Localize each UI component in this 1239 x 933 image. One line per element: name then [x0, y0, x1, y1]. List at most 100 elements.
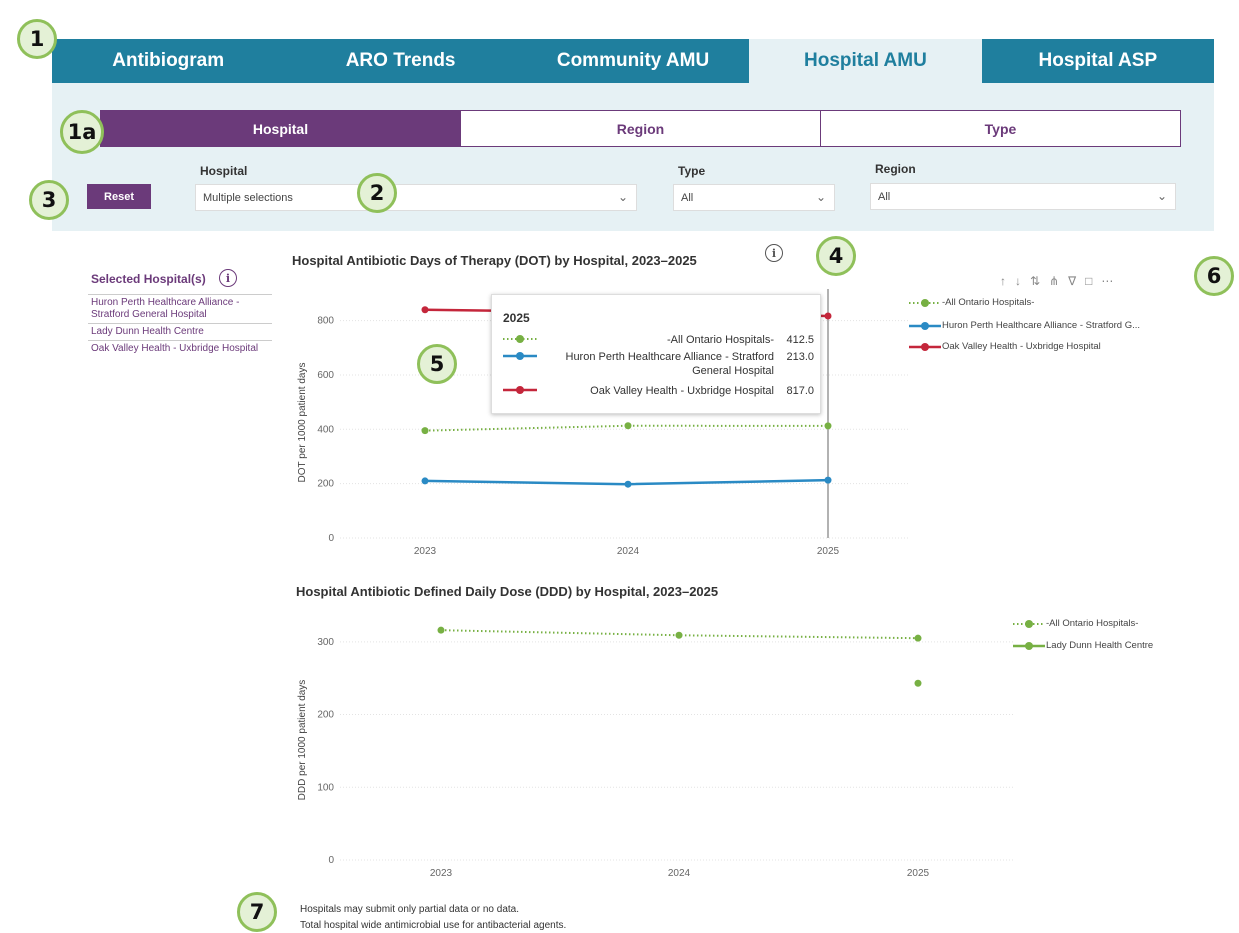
- legend-item[interactable]: -All Ontario Hospitals-: [1012, 618, 1138, 629]
- y-tick-label: 400: [317, 424, 334, 435]
- tooltip-row: Huron Perth Healthcare Alliance - Stratf…: [502, 350, 814, 378]
- tooltip-series-name: -All Ontario Hospitals-: [667, 334, 774, 346]
- arrow-up-icon[interactable]: ↑: [1000, 274, 1006, 288]
- region-dropdown[interactable]: All ⌄: [870, 183, 1176, 210]
- callout-badge: 2: [357, 173, 397, 213]
- main-tab-bar: Antibiogram ARO Trends Community AMU Hos…: [52, 39, 1215, 83]
- dotted-series-swatch-icon: [909, 298, 941, 307]
- segment-hospital[interactable]: Hospital: [100, 110, 461, 147]
- footnote: Hospitals may submit only partial data o…: [300, 904, 519, 915]
- callout-badge: 5: [417, 344, 457, 384]
- expand-level-icon[interactable]: ⇅: [1030, 274, 1040, 288]
- arrow-down-icon[interactable]: ↓: [1015, 274, 1021, 288]
- dot-chart-title: Hospital Antibiotic Days of Therapy (DOT…: [292, 253, 697, 268]
- region-dropdown-value: All: [878, 190, 891, 203]
- y-tick-label: 300: [317, 637, 334, 648]
- data-point: [914, 679, 922, 687]
- list-item[interactable]: Huron Perth Healthcare Alliance - Stratf…: [88, 294, 272, 323]
- legend-label: -All Ontario Hospitals-: [942, 297, 1035, 308]
- solid-series-swatch-icon: [909, 321, 941, 330]
- info-icon[interactable]: i: [765, 244, 783, 262]
- legend-label: Oak Valley Health - Uxbridge Hospital: [942, 341, 1101, 352]
- segment-type[interactable]: Type: [821, 110, 1181, 147]
- solid-series-swatch-icon: [502, 384, 538, 396]
- legend-label: Huron Perth Healthcare Alliance - Stratf…: [942, 320, 1141, 331]
- chart-tooltip: 2025 -All Ontario Hospitals- 412.5 Huron…: [491, 294, 821, 414]
- hospital-filter-label: Hospital: [200, 164, 248, 178]
- y-tick-label: 0: [328, 855, 334, 866]
- ddd-line-chart: 0 100 200 300 2023 2024 2025 DDD per 1000 patie…: [297, 626, 1015, 879]
- focus-mode-icon[interactable]: □: [1085, 274, 1092, 288]
- solid-series-swatch-icon: [1013, 641, 1045, 650]
- y-tick-label: 600: [317, 370, 334, 381]
- view-segmented-control: Hospital Region Type: [100, 110, 1181, 147]
- data-point: [624, 480, 632, 488]
- solid-series-swatch-icon: [502, 350, 538, 362]
- data-point: [824, 476, 832, 484]
- tooltip-series-name: Oak Valley Health - Uxbridge Hospital: [590, 385, 774, 397]
- drill-icon[interactable]: ⋔: [1049, 274, 1059, 288]
- x-tick-label: 2025: [907, 868, 930, 879]
- x-tick-label: 2025: [817, 546, 840, 557]
- legend-label: Lady Dunn Health Centre: [1046, 640, 1154, 651]
- data-point: [421, 477, 429, 485]
- tooltip-series-value: 817.0: [786, 385, 814, 397]
- y-tick-label: 200: [317, 479, 334, 490]
- x-tick-label: 2023: [430, 868, 453, 879]
- tooltip-title: 2025: [503, 311, 530, 325]
- data-point: [675, 631, 683, 639]
- x-tick-label: 2024: [668, 868, 691, 879]
- list-item[interactable]: Lady Dunn Health Centre: [88, 323, 272, 340]
- y-tick-label: 200: [317, 710, 334, 721]
- tab-hospital-asp[interactable]: Hospital ASP: [981, 39, 1215, 83]
- region-filter-label: Region: [875, 162, 916, 176]
- tab-hospital-amu[interactable]: Hospital AMU: [749, 39, 982, 83]
- more-options-icon[interactable]: ⋯: [1101, 274, 1113, 288]
- x-tick-label: 2024: [617, 546, 640, 557]
- x-tick-label: 2023: [414, 546, 437, 557]
- hospital-dropdown[interactable]: Multiple selections ⌄: [195, 184, 637, 211]
- info-icon[interactable]: i: [219, 269, 237, 287]
- tooltip-series-value: 412.5: [786, 334, 814, 346]
- legend-label: -All Ontario Hospitals-: [1046, 618, 1139, 629]
- callout-badge: 1a: [60, 110, 104, 154]
- chevron-down-icon: ⌄: [1156, 189, 1167, 203]
- chevron-down-icon: ⌄: [617, 190, 628, 204]
- data-point: [437, 626, 445, 634]
- visual-toolbar: ↑ ↓ ⇅ ⋔ ∇ □ ⋯: [1000, 274, 1113, 288]
- y-axis-title: DDD per 1000 patient days: [297, 680, 308, 801]
- segment-region[interactable]: Region: [461, 110, 821, 147]
- tab-aro-trends[interactable]: ARO Trends: [284, 39, 517, 83]
- y-axis-title: DOT per 1000 patient days: [297, 363, 308, 483]
- data-point: [624, 422, 632, 430]
- callout-badge: 3: [29, 180, 69, 220]
- tooltip-series-name: Huron Perth Healthcare Alliance - Stratf…: [565, 351, 775, 377]
- tooltip-row: -All Ontario Hospitals- 412.5: [502, 333, 814, 347]
- y-tick-label: 100: [317, 782, 334, 793]
- hospital-dropdown-value: Multiple selections: [203, 191, 293, 204]
- y-tick-label: 0: [328, 533, 334, 544]
- selected-hospitals-list: Huron Perth Healthcare Alliance - Stratf…: [88, 294, 272, 357]
- reset-button[interactable]: Reset: [87, 184, 151, 209]
- data-point: [914, 634, 922, 642]
- tab-community-amu[interactable]: Community AMU: [516, 39, 750, 83]
- legend-item[interactable]: Oak Valley Health - Uxbridge Hospital: [908, 341, 1101, 352]
- chevron-down-icon: ⌄: [815, 190, 826, 204]
- type-filter-label: Type: [678, 164, 706, 178]
- tooltip-row: Oak Valley Health - Uxbridge Hospital 81…: [502, 384, 814, 398]
- data-point: [824, 422, 832, 430]
- legend-item[interactable]: -All Ontario Hospitals-: [908, 297, 1034, 308]
- list-item[interactable]: Oak Valley Health - Uxbridge Hospital: [88, 340, 272, 357]
- dotted-series-swatch-icon: [502, 333, 538, 345]
- legend-item[interactable]: Lady Dunn Health Centre: [1012, 640, 1153, 651]
- footnote: Total hospital wide antimicrobial use fo…: [300, 920, 567, 931]
- solid-series-swatch-icon: [909, 342, 941, 351]
- filter-icon[interactable]: ∇: [1068, 274, 1076, 288]
- type-dropdown[interactable]: All ⌄: [673, 184, 835, 211]
- tab-antibiogram[interactable]: Antibiogram: [52, 39, 285, 83]
- callout-badge: 4: [816, 236, 856, 276]
- data-point: [421, 427, 429, 435]
- data-point: [824, 312, 832, 320]
- legend-item[interactable]: Huron Perth Healthcare Alliance - Stratf…: [908, 320, 1140, 331]
- selected-hospitals-title: Selected Hospital(s): [91, 272, 206, 286]
